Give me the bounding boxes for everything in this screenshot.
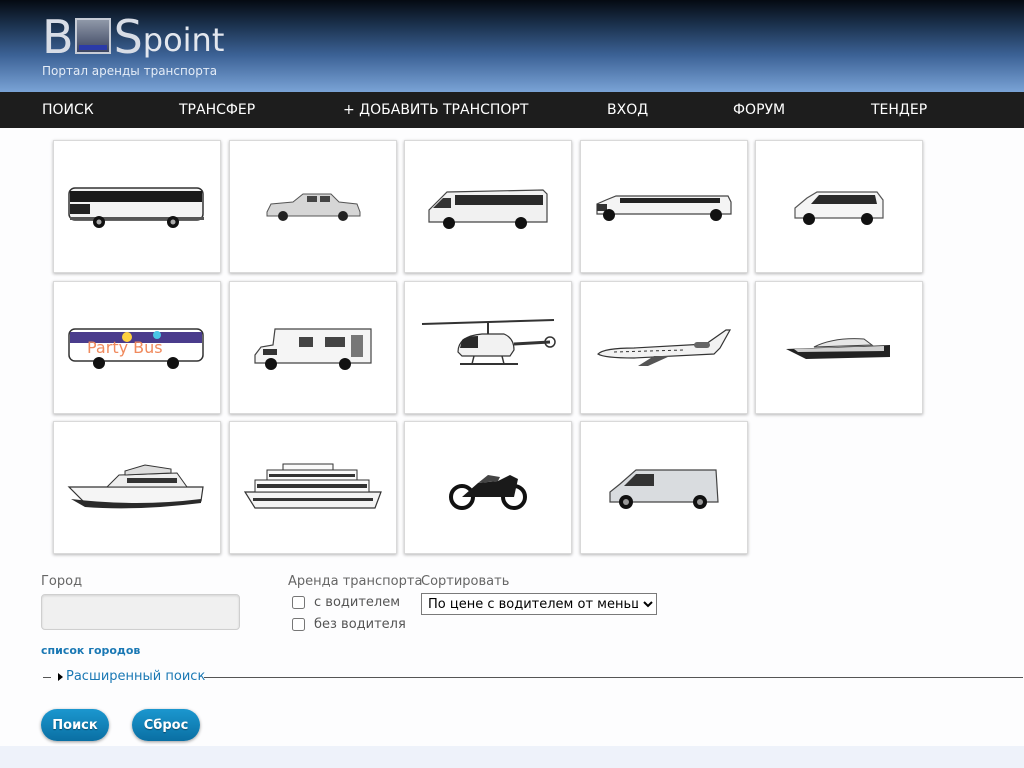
nav-item-add-transport[interactable]: + ДОБАВИТЬ ТРАНСПОРТ [343,92,528,128]
vehicle-tile-speedboat[interactable] [755,281,923,414]
main-content: Party Bus Город список городов Аренда тр… [0,128,1024,746]
sort-select[interactable]: По цене с водителем от меньшей [421,593,657,615]
reset-button[interactable]: Сброс [132,709,200,741]
with-driver-checkbox[interactable] [292,596,305,609]
vehicle-tile-stretch-limousine[interactable] [580,140,748,273]
vehicle-tile-business-jet[interactable] [580,281,748,414]
minivan-icon [794,190,884,225]
helicopter-icon [421,318,556,365]
nav-item-transfer[interactable]: ТРАНСФЕР [179,92,255,128]
vehicle-tile-motorhome[interactable] [229,281,397,414]
motorcycle-icon [449,474,527,510]
vehicle-tile-party-bus[interactable]: Party Bus [53,281,221,414]
vehicle-tile-minibus[interactable] [404,140,572,273]
without-driver-option[interactable]: без водителя [292,617,406,632]
logo-screen-icon [74,18,111,54]
nav-item-forum[interactable]: ФОРУМ [733,92,785,128]
site-header: B S point Портал аренды транспорта [0,0,1024,92]
logo-letter-b: B [42,10,74,64]
minibus-icon [428,188,548,229]
business-jet-icon [597,328,732,366]
speedboat-icon [786,337,890,359]
river-ship-icon [243,463,382,509]
stretch-limousine-icon [596,194,732,221]
party-bus-icon: Party Bus [68,327,204,369]
city-label: Город [41,574,83,589]
expand-arrow-icon [58,673,63,681]
site-tagline: Портал аренды транспорта [42,64,218,78]
vehicle-tile-river-ship[interactable] [229,421,397,554]
search-button[interactable]: Поиск [41,709,109,741]
motorhome-icon [254,327,372,370]
party-bus-text: Party Bus [87,338,163,357]
vehicle-tile-coach-bus[interactable] [53,140,221,273]
vehicle-tile-motor-yacht[interactable] [53,421,221,554]
vehicle-tile-motorcycle[interactable] [404,421,572,554]
city-list-link[interactable]: список городов [41,644,140,657]
motor-yacht-icon [67,463,204,508]
advanced-search-divider [204,677,1023,678]
footer-strip [0,746,1024,768]
with-driver-option[interactable]: с водителем [292,595,400,610]
vehicle-tile-retro-limousine[interactable] [229,140,397,273]
with-driver-label: с водителем [314,595,401,610]
retro-limousine-icon [266,193,361,221]
main-nav: ПОИСК ТРАНСФЕР + ДОБАВИТЬ ТРАНСПОРТ ВХОД… [0,92,1024,128]
advanced-search-link[interactable]: Расширенный поиск [66,669,205,684]
advanced-search-dash [43,677,51,678]
logo-point-text: point [142,21,225,59]
vehicle-tile-cargo-van[interactable] [580,421,748,554]
cargo-van-icon [609,468,719,509]
site-logo[interactable]: B S point [42,10,224,60]
nav-item-login[interactable]: ВХОД [607,92,648,128]
city-input[interactable] [41,594,240,630]
vehicle-tile-minivan[interactable] [755,140,923,273]
advanced-search-toggle[interactable]: Расширенный поиск [41,668,1023,688]
vehicle-tile-helicopter[interactable] [404,281,572,414]
coach-bus-icon [68,186,204,228]
nav-item-tender[interactable]: ТЕНДЕР [871,92,927,128]
sort-label: Сортировать [421,574,510,589]
rent-label: Аренда транспорта [288,574,423,589]
logo-letter-s: S [113,10,143,64]
without-driver-checkbox[interactable] [292,618,305,631]
nav-item-search[interactable]: ПОИСК [42,92,94,128]
without-driver-label: без водителя [314,617,406,632]
